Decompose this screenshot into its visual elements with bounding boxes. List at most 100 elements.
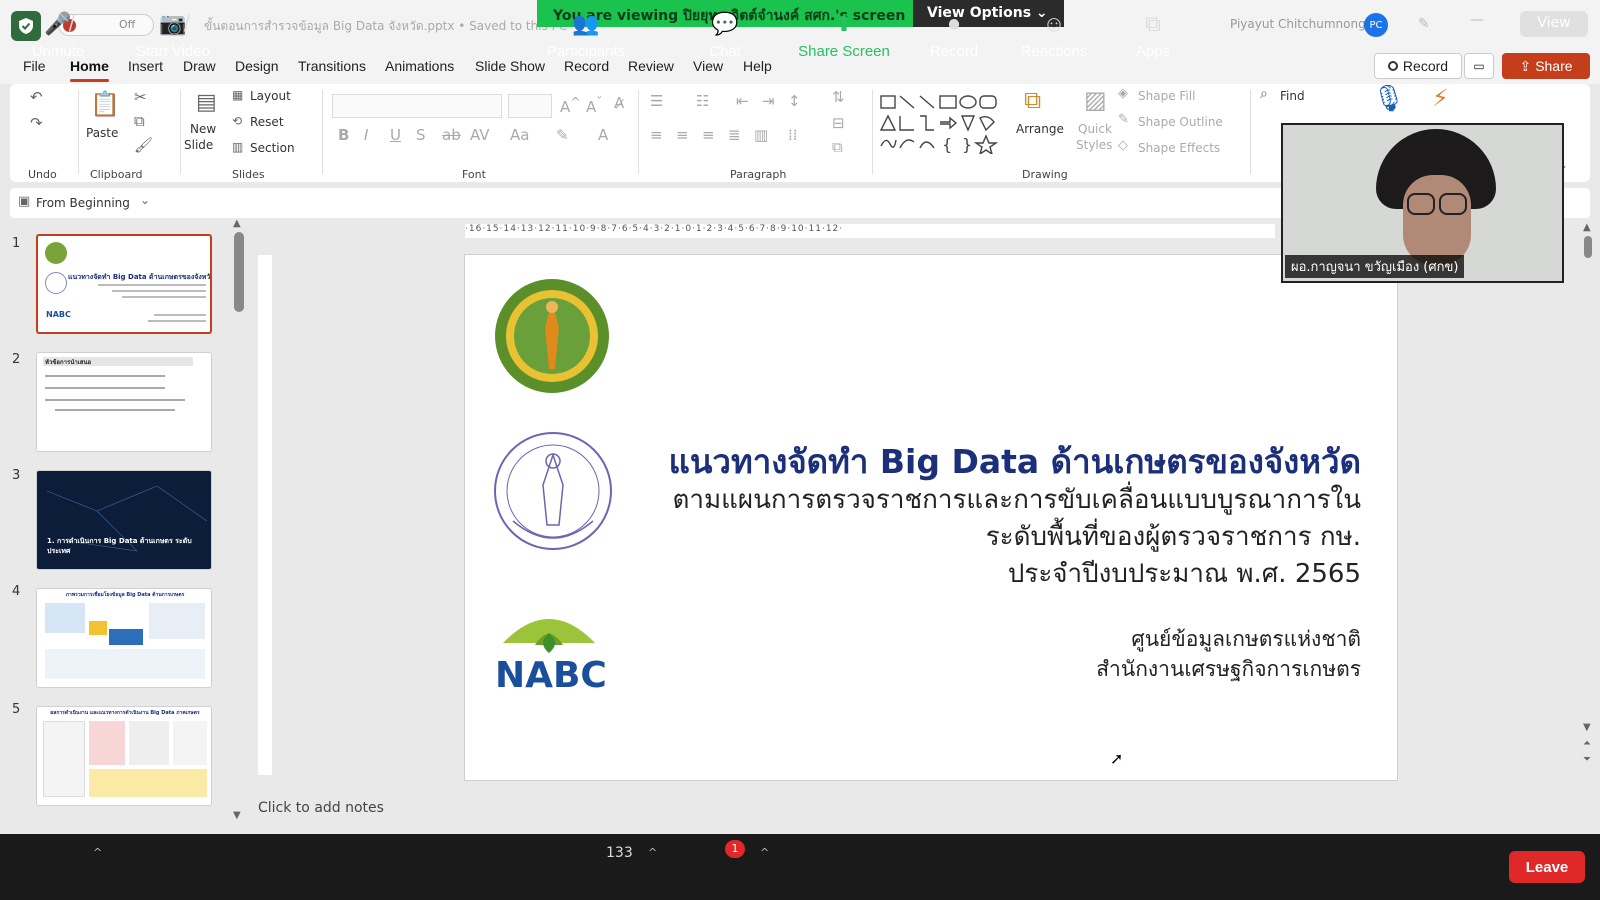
quick-styles-icon[interactable]: ▨ xyxy=(1084,86,1107,114)
share-screen-button[interactable]: ⬆ Share Screen xyxy=(796,0,892,66)
org-name-1[interactable]: ศูนย์ข้อมูลเกษตรแห่งชาติ xyxy=(1131,623,1361,656)
change-case-icon[interactable]: Aa xyxy=(510,126,529,144)
apps-button[interactable]: ⧉ Apps xyxy=(1130,0,1176,66)
bold-icon[interactable]: B xyxy=(338,126,349,144)
justify-icon[interactable]: ≣ xyxy=(728,126,741,144)
comments-icon[interactable]: ▭ xyxy=(1464,53,1494,79)
paste-icon[interactable]: 📋 xyxy=(90,90,120,118)
copy-icon[interactable]: ⧉ xyxy=(134,112,145,130)
tab-transitions[interactable]: Transitions xyxy=(298,58,366,74)
character-spacing-icon[interactable]: AV xyxy=(470,126,490,144)
view-button[interactable]: View xyxy=(1520,11,1588,37)
zoom-record-button[interactable]: ⏺ Record xyxy=(926,0,982,66)
from-beginning-button[interactable]: From Beginning xyxy=(36,196,130,210)
line-spacing-icon[interactable]: ↕ xyxy=(788,92,801,110)
smartart-icon[interactable]: ⧉ xyxy=(832,138,843,156)
find-button[interactable]: Find xyxy=(1280,89,1305,103)
leave-button[interactable]: Leave xyxy=(1509,851,1585,883)
columns-icon[interactable]: ▥ xyxy=(754,126,768,144)
align-left-icon[interactable]: ≡ xyxy=(650,126,663,144)
cut-icon[interactable]: ✂ xyxy=(134,88,147,106)
layout-button[interactable]: Layout xyxy=(250,89,291,103)
tab-slide-show[interactable]: Slide Show xyxy=(475,58,545,74)
slide-subtitle-line-2[interactable]: ระดับพื้นที่ของผู้ตรวจราชการ กษ. xyxy=(986,516,1361,557)
slide-thumbnail-3[interactable]: 1. การดำเนินการ Big Data ด้านเกษตร ระดับ… xyxy=(36,470,212,570)
record-button[interactable]: Record xyxy=(1374,53,1462,79)
font-name-input[interactable] xyxy=(332,94,502,118)
start-video-button[interactable]: 📷̸ Start Video xyxy=(128,0,218,66)
strikethrough-icon[interactable]: ab xyxy=(442,126,461,144)
participants-options-icon[interactable]: ^ xyxy=(648,846,657,859)
shapes-gallery[interactable]: {} xyxy=(878,92,1014,154)
shadow-icon[interactable]: S xyxy=(416,126,426,144)
previous-slide-icon[interactable]: ⏶ xyxy=(1583,738,1591,749)
chat-options-icon[interactable]: ^ xyxy=(760,846,769,859)
italic-icon[interactable]: I xyxy=(364,126,368,144)
audio-options-icon[interactable]: ^ xyxy=(93,846,102,859)
clear-formatting-icon[interactable]: A̷ xyxy=(614,94,624,112)
shape-effects-button[interactable]: Shape Effects xyxy=(1138,141,1220,155)
section-button[interactable]: Section xyxy=(250,141,295,155)
slide-thumbnail-1[interactable]: แนวทางจัดทำ Big Data ด้านเกษตรของจังหวัด… xyxy=(36,234,212,334)
thumbnail-scrollbar[interactable] xyxy=(234,232,244,312)
new-slide-label-2[interactable]: Slide xyxy=(184,138,213,152)
shape-fill-button[interactable]: Shape Fill xyxy=(1138,89,1195,103)
undo-icon[interactable]: ↶ xyxy=(30,88,43,106)
new-slide-icon[interactable]: ▤ xyxy=(196,90,217,115)
tab-design[interactable]: Design xyxy=(235,58,279,74)
reactions-button[interactable]: ☺ Reactions xyxy=(1014,0,1094,66)
highlight-icon[interactable]: ✎ xyxy=(556,126,569,144)
slide-thumbnail-2[interactable]: หัวข้อการนำเสนอ xyxy=(36,352,212,452)
slide-thumbnail-5[interactable]: ผลการดำเนินงาน และแนวทางการดำเนินงาน Big… xyxy=(36,706,212,806)
next-slide-icon[interactable]: ⏷ xyxy=(1583,754,1591,765)
align-center-icon[interactable]: ≡ xyxy=(676,126,689,144)
slide-scroll-up-icon[interactable]: ▲ xyxy=(1583,222,1591,233)
font-color-icon[interactable]: A xyxy=(598,126,608,144)
share-button[interactable]: ⇪ Share xyxy=(1502,53,1590,79)
shape-outline-button[interactable]: Shape Outline xyxy=(1138,115,1223,129)
tab-animations[interactable]: Animations xyxy=(385,58,454,74)
slide-scroll-down-icon[interactable]: ▼ xyxy=(1583,722,1591,733)
quick-styles-label[interactable]: Quick xyxy=(1078,122,1112,136)
slide-subtitle-line-1[interactable]: ตามแผนการตรวจราชการและการขับเคลื่อนแบบบู… xyxy=(673,479,1361,520)
increase-indent-icon[interactable]: ⇥ xyxy=(762,92,775,110)
format-painter-icon[interactable]: 🖌 xyxy=(134,136,153,154)
paste-button[interactable]: Paste xyxy=(86,126,118,140)
notes-placeholder[interactable]: Click to add notes xyxy=(258,800,384,816)
participants-button[interactable]: 👥 Participants xyxy=(540,0,632,66)
bullets-icon[interactable]: ☰ xyxy=(650,92,663,110)
font-size-input[interactable] xyxy=(508,94,552,118)
underline-icon[interactable]: U xyxy=(390,126,401,144)
chat-button[interactable]: 💬 Chat xyxy=(700,0,750,66)
align-text-icon[interactable]: ⊟ xyxy=(832,114,845,132)
designer-icon[interactable]: ⚡ xyxy=(1432,84,1449,112)
redo-icon[interactable]: ↷ xyxy=(30,114,43,132)
align-right-icon[interactable]: ≡ xyxy=(702,126,715,144)
decrease-indent-icon[interactable]: ⇤ xyxy=(736,92,749,110)
reset-button[interactable]: Reset xyxy=(250,115,284,129)
tab-review[interactable]: Review xyxy=(628,58,674,74)
decrease-font-icon[interactable]: Aˇ xyxy=(586,94,603,116)
new-slide-label[interactable]: New xyxy=(190,122,216,136)
avatar[interactable]: PC xyxy=(1364,13,1388,37)
org-name-2[interactable]: สำนักงานเศรษฐกิจการเกษตร xyxy=(1096,653,1361,686)
arrange-button[interactable]: Arrange xyxy=(1016,122,1064,136)
slide-canvas[interactable]: แนวทางจัดทำ Big Data ด้านเกษตรของจังหวัด… xyxy=(464,254,1398,781)
arrange-icon[interactable]: ⧉ xyxy=(1024,86,1041,114)
text-direction-icon[interactable]: ⇅ xyxy=(832,88,845,106)
slide-subtitle-line-3[interactable]: ประจำปีงบประมาณ พ.ศ. 2565 xyxy=(1008,553,1361,594)
scroll-up-icon[interactable]: ▲ xyxy=(233,218,241,229)
participant-video[interactable]: ผอ.กาญจนา ขวัญเมือง (ศกข) xyxy=(1281,123,1564,283)
numbering-icon[interactable]: ☷ xyxy=(696,92,709,110)
unmute-button[interactable]: 🎤̸ Unmute xyxy=(20,0,96,66)
increase-font-icon[interactable]: A^ xyxy=(560,94,581,116)
pen-icon[interactable]: ✎ xyxy=(1418,16,1430,32)
scroll-down-icon[interactable]: ▼ xyxy=(233,810,241,821)
dictate-icon[interactable]: 🎙 xyxy=(1372,84,1405,114)
distribute-icon[interactable]: ⁞⁞ xyxy=(788,126,798,144)
quick-styles-label-2[interactable]: Styles xyxy=(1076,138,1112,152)
notes-pane[interactable]: Click to add notes xyxy=(258,796,1598,822)
minimize-icon[interactable]: — xyxy=(1470,12,1484,28)
slide-scrollbar[interactable] xyxy=(1584,236,1592,258)
customize-dropdown-icon[interactable]: ⌄ xyxy=(140,193,150,207)
